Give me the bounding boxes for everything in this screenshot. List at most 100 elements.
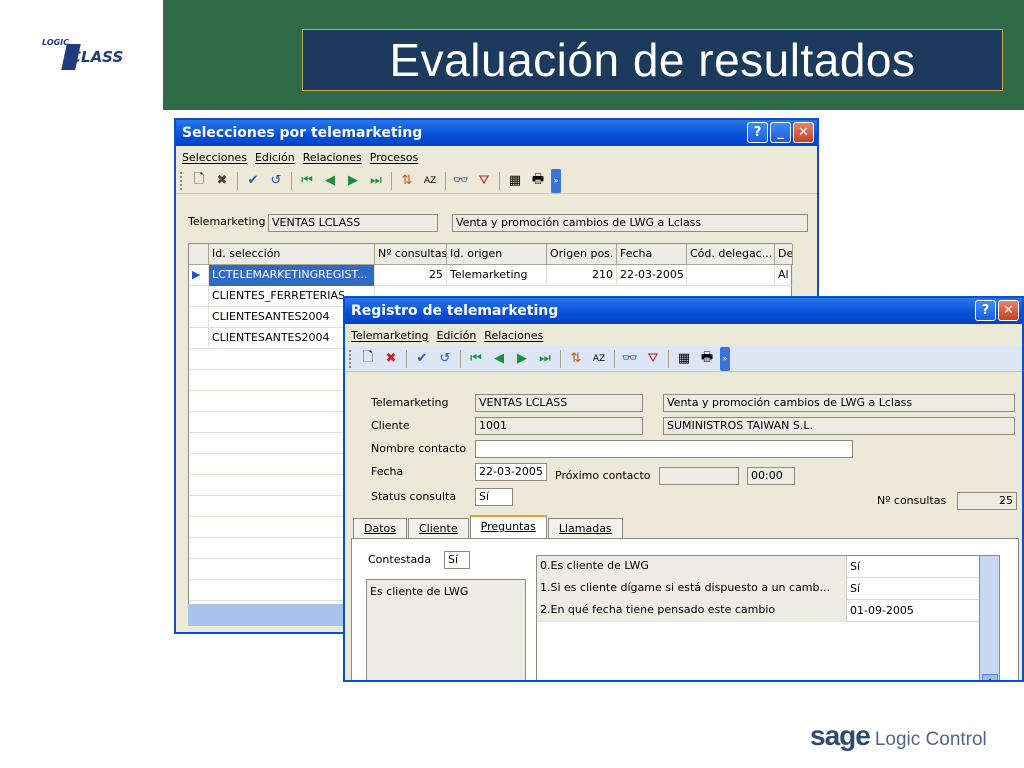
telemarketing-desc-field[interactable]: Venta y promoción cambios de LWG a Lclas… (452, 214, 808, 232)
toolbar: 🗋 ✖ ✔ ↺ ⏮ ◀ ▶ ⏭ ⇅ AZ 👓 ⛛ ▦ 🖶 » (176, 168, 817, 194)
last-record-icon[interactable]: ⏭ (366, 171, 386, 191)
sort-icon[interactable]: ⇅ (397, 171, 417, 191)
help-button[interactable]: ? (747, 122, 768, 143)
col-id-origen[interactable]: Id. origen (447, 244, 547, 265)
col-n-consultas[interactable]: Nº consultas (375, 244, 447, 265)
sage-logo: sage Logic Control (810, 720, 987, 752)
tab-strip: Datos Cliente Preguntas Llamadas (353, 515, 624, 539)
fecha-label: Fecha (371, 465, 404, 478)
next-record-icon[interactable]: ▶ (343, 171, 363, 191)
footer-brand: sage (810, 720, 871, 751)
col-id-seleccion[interactable]: Id. selección (209, 244, 375, 265)
window-title: Registro de telemarketing (351, 303, 559, 319)
undo-icon[interactable]: ↺ (435, 349, 455, 369)
questions-table: 0.Es cliente de LWG Sí 1.Si es cliente d… (536, 555, 1000, 680)
memo-text: Es cliente de LWG (370, 585, 469, 598)
n-consultas-field[interactable]: 25 (957, 492, 1017, 510)
last-record-icon[interactable]: ⏭ (535, 349, 555, 369)
slide-logo-area: LOGIC CLASS (0, 0, 163, 110)
table-icon[interactable]: ▦ (505, 171, 525, 191)
menu-relaciones[interactable]: Relaciones (303, 151, 362, 164)
search-icon[interactable]: 👓 (620, 349, 640, 369)
telemarketing-label: Telemarketing (371, 396, 449, 409)
table-icon[interactable]: ▦ (674, 349, 694, 369)
menu-procesos[interactable]: Procesos (370, 151, 418, 164)
toolbar-overflow-chevron[interactable]: » (720, 346, 730, 371)
status-consulta-label: Status consulta (371, 490, 457, 503)
new-record-icon[interactable]: 🗋 (189, 171, 209, 191)
table-row[interactable]: 2.En qué fecha tiene pensado este cambio… (537, 600, 979, 622)
window-titlebar[interactable]: Registro de telemarketing ? ✕ (345, 298, 1022, 324)
close-button[interactable]: ✕ (793, 122, 814, 143)
sort-az-icon[interactable]: AZ (589, 349, 609, 369)
first-record-icon[interactable]: ⏮ (466, 349, 486, 369)
sort-icon[interactable]: ⇅ (566, 349, 586, 369)
telemarketing-code-field[interactable]: VENTAS LCLASS (475, 394, 643, 412)
window-registro: Registro de telemarketing ? ✕ Telemarket… (343, 296, 1024, 682)
preguntas-panel: Contestada Sí Es cliente de LWG 0.Es cli… (351, 538, 1019, 680)
table-row[interactable]: ▶ LCTELEMARKETINGREGIST... 25 Telemarket… (189, 265, 793, 286)
tab-datos[interactable]: Datos (353, 518, 407, 538)
menu-telemarketing[interactable]: Telemarketing (351, 329, 429, 342)
footer-product: Logic Control (874, 729, 987, 750)
vertical-scrollbar[interactable]: ▲ (979, 556, 999, 680)
telemarketing-code-field[interactable]: VENTAS LCLASS (268, 214, 438, 232)
col-origen-pos[interactable]: Origen pos. (547, 244, 617, 265)
telemarketing-label: Telemarketing (188, 215, 266, 228)
table-row[interactable]: 0.Es cliente de LWG Sí (537, 556, 979, 578)
search-icon[interactable]: 👓 (451, 171, 471, 191)
tab-cliente[interactable]: Cliente (408, 518, 469, 538)
telemarketing-desc-field[interactable]: Venta y promoción cambios de LWG a Lclas… (663, 394, 1015, 412)
next-record-icon[interactable]: ▶ (512, 349, 532, 369)
help-button[interactable]: ? (975, 300, 996, 321)
menu-relaciones[interactable]: Relaciones (484, 329, 543, 342)
prev-record-icon[interactable]: ◀ (489, 349, 509, 369)
menu-edicion[interactable]: Edición (437, 329, 477, 342)
menu-edicion[interactable]: Edición (255, 151, 295, 164)
toolbar: 🗋 ✖ ✔ ↺ ⏮ ◀ ▶ ⏭ ⇅ AZ 👓 ⛛ ▦ 🖶 » (345, 346, 1022, 372)
cliente-name-field[interactable]: SUMINISTROS TAIWAN S.L. (663, 417, 1015, 435)
menubar: Selecciones Edición Relaciones Procesos (176, 146, 817, 168)
row-indicator-icon: ▶ (189, 265, 209, 286)
col-cod-delegac[interactable]: Cód. delegac... (687, 244, 775, 265)
minimize-button[interactable]: _ (770, 122, 791, 143)
menu-selecciones[interactable]: Selecciones (182, 151, 247, 164)
tab-preguntas[interactable]: Preguntas (469, 515, 547, 539)
toolbar-overflow-chevron[interactable]: » (551, 168, 561, 193)
print-icon[interactable]: 🖶 (697, 349, 717, 369)
filter-icon[interactable]: ⛛ (643, 349, 663, 369)
undo-icon[interactable]: ↺ (266, 171, 286, 191)
col-de[interactable]: De (775, 244, 793, 265)
nombre-contacto-label: Nombre contacto (371, 442, 467, 455)
logo-big-text: CLASS (70, 48, 124, 66)
sort-az-icon[interactable]: AZ (420, 171, 440, 191)
menubar: Telemarketing Edición Relaciones (345, 324, 1022, 346)
nombre-contacto-field[interactable] (475, 440, 853, 458)
accept-icon[interactable]: ✔ (243, 171, 263, 191)
filter-icon[interactable]: ⛛ (474, 171, 494, 191)
proximo-contacto-time-field[interactable]: 00:00 (747, 467, 795, 485)
first-record-icon[interactable]: ⏮ (297, 171, 317, 191)
n-consultas-label: Nº consultas (877, 494, 947, 507)
new-record-icon[interactable]: 🗋 (358, 349, 378, 369)
fecha-field[interactable]: 22-03-2005 (475, 463, 547, 481)
slide-title-box: Evaluación de resultados (302, 29, 1003, 91)
close-button[interactable]: ✕ (998, 300, 1019, 321)
table-row[interactable]: 1.Si es cliente dígame si está dispuesto… (537, 578, 979, 600)
slide-title: Evaluación de resultados (389, 34, 916, 86)
proximo-contacto-date-field[interactable] (659, 467, 739, 485)
proximo-contacto-label: Próximo contacto (555, 469, 651, 482)
status-consulta-field[interactable]: Sí (475, 488, 513, 506)
window-titlebar[interactable]: Selecciones por telemarketing ? _ ✕ (176, 120, 817, 146)
cliente-code-field[interactable]: 1001 (475, 417, 643, 435)
tab-llamadas[interactable]: Llamadas (547, 518, 623, 538)
scroll-top-icon[interactable]: ▲ (982, 674, 998, 680)
respuesta-memo[interactable]: Es cliente de LWG (366, 579, 526, 680)
accept-icon[interactable]: ✔ (412, 349, 432, 369)
col-fecha[interactable]: Fecha (617, 244, 687, 265)
delete-icon[interactable]: ✖ (212, 171, 232, 191)
print-icon[interactable]: 🖶 (528, 171, 548, 191)
contestada-field[interactable]: Sí (444, 551, 470, 569)
delete-icon[interactable]: ✖ (381, 349, 401, 369)
prev-record-icon[interactable]: ◀ (320, 171, 340, 191)
